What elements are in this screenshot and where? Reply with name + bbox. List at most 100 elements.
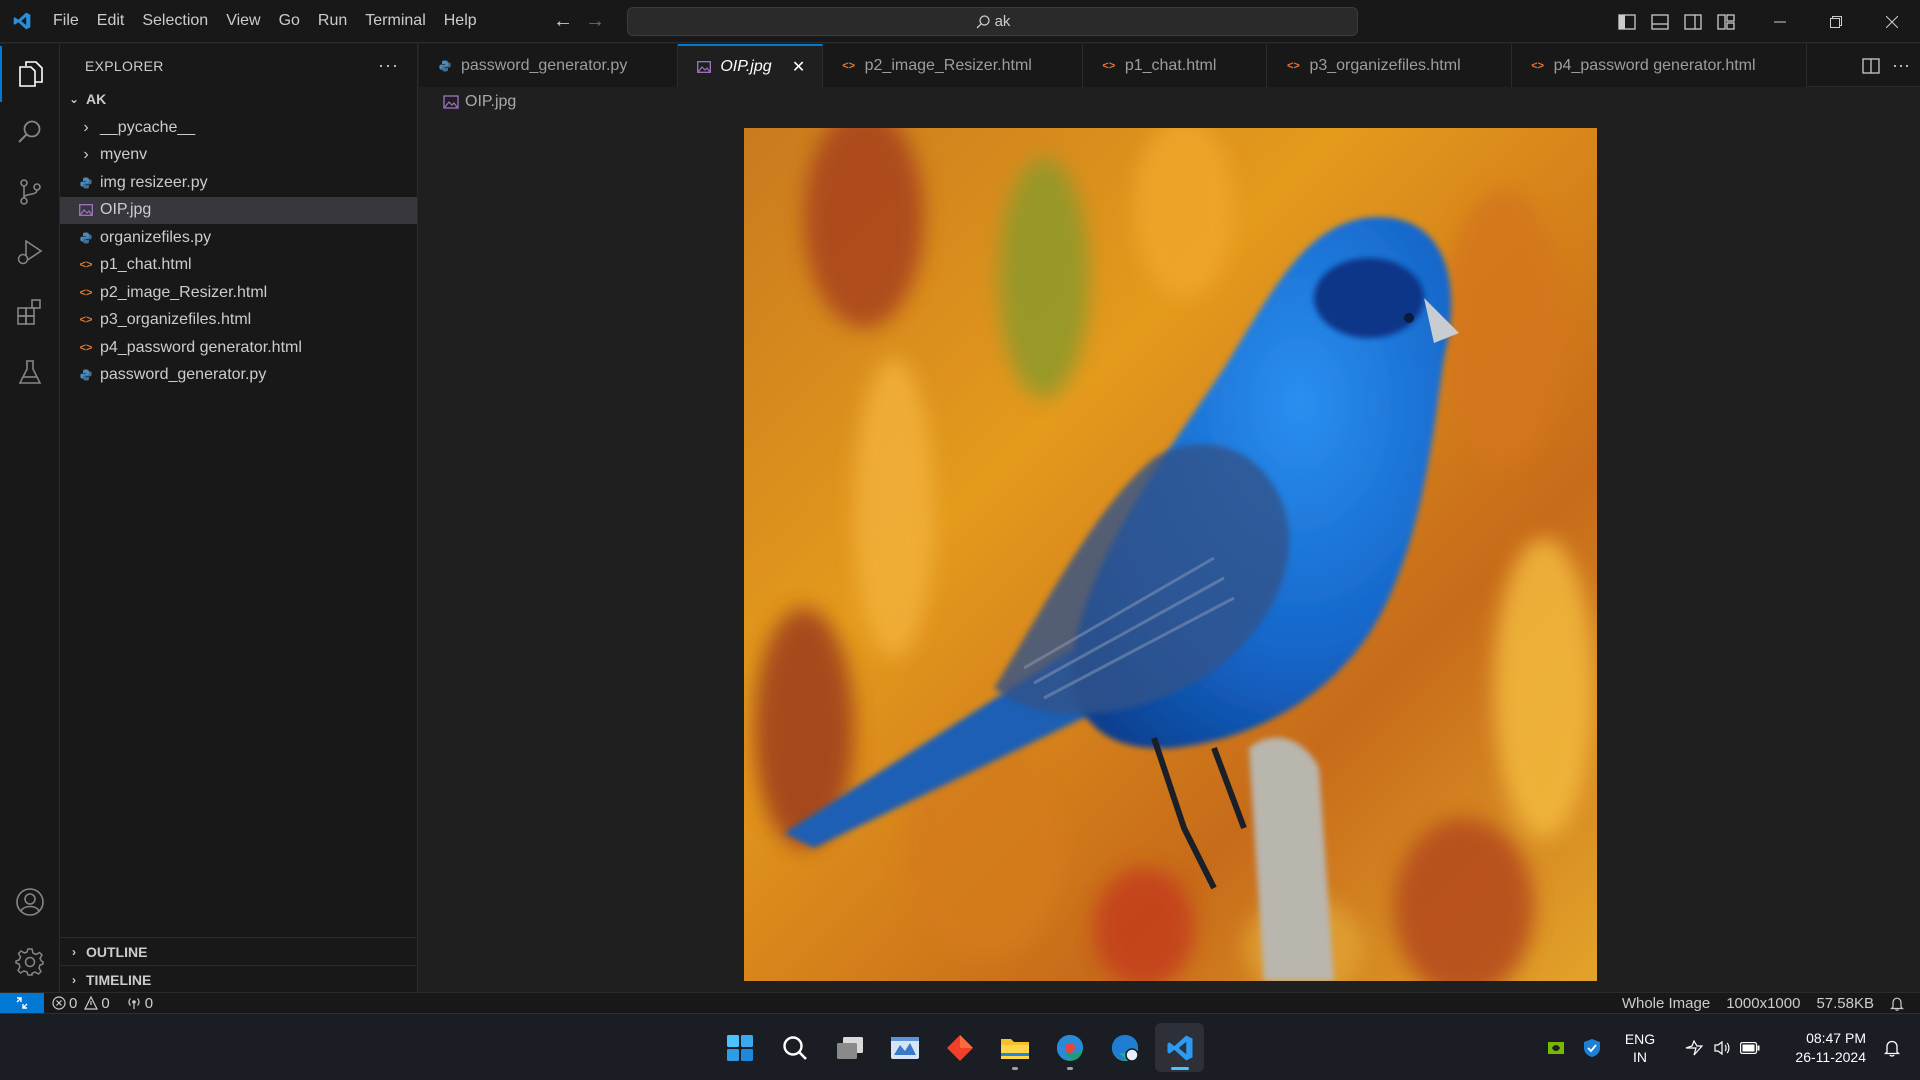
chevron-down-icon: ⌄ [68, 92, 80, 106]
source-control-icon[interactable] [0, 164, 60, 220]
editor-more-actions-icon[interactable]: ··· [1892, 55, 1910, 76]
tree-file[interactable]: <> p4_password generator.html [60, 334, 417, 362]
menu-help[interactable]: Help [435, 6, 486, 36]
tree-file[interactable]: img resizeer.py [60, 169, 417, 197]
editor-tab[interactable]: <> p4_password generator.html [1511, 44, 1807, 87]
restore-window-icon[interactable] [1808, 0, 1864, 43]
tree-folder[interactable]: › __pycache__ [60, 114, 417, 142]
git-app-icon[interactable] [935, 1023, 984, 1072]
vscode-taskbar-icon[interactable] [1155, 1023, 1204, 1072]
tab-label: p1_chat.html [1124, 56, 1217, 74]
tree-file[interactable]: organizefiles.py [60, 224, 417, 252]
edge-browser-profile-icon[interactable] [1100, 1023, 1149, 1072]
taskbar-search-icon[interactable] [770, 1023, 819, 1072]
nvidia-tray-icon[interactable] [1542, 1014, 1570, 1080]
explorer-title: EXPLORER [85, 57, 164, 74]
menu-selection[interactable]: Selection [133, 6, 217, 36]
editor-tab[interactable]: <> p3_organizefiles.html [1267, 44, 1512, 87]
image-file-icon [78, 202, 94, 218]
tree-file[interactable]: <> p3_organizefiles.html [60, 307, 417, 335]
customize-layout-icon[interactable] [1709, 0, 1742, 43]
menu-file[interactable]: File [44, 6, 88, 36]
title-bar: File Edit Selection View Go Run Terminal… [0, 0, 1920, 43]
toggle-secondary-sidebar-icon[interactable] [1676, 0, 1709, 43]
timeline-section[interactable]: › TIMELINE [60, 965, 418, 993]
file-explorer-icon[interactable] [990, 1023, 1039, 1072]
toggle-primary-sidebar-icon[interactable] [1610, 0, 1643, 43]
editor-tab[interactable]: <> p2_image_Resizer.html [822, 44, 1083, 87]
editor-tabs: password_generator.py OIP.jpg ✕ <> p2_image_… [419, 44, 1920, 87]
explorer-header: EXPLORER ··· [60, 44, 417, 87]
tree-file[interactable]: OIP.jpg [60, 196, 417, 224]
windows-start-icon[interactable] [715, 1023, 764, 1072]
bird-image-preview[interactable] [744, 128, 1597, 981]
explorer-sidebar: EXPLORER ··· ⌄ AK › __pycache__ › myenv img … [60, 44, 418, 992]
tree-item-label: password_generator.py [100, 366, 267, 384]
tree-item-label: img resizeer.py [100, 173, 208, 191]
battery-icon[interactable] [1736, 1014, 1764, 1080]
network-icon[interactable] [1680, 1014, 1708, 1080]
menu-view[interactable]: View [217, 6, 269, 36]
python-file-icon [437, 58, 453, 74]
split-editor-icon[interactable] [1862, 57, 1880, 74]
notifications-bell-icon[interactable] [1882, 996, 1920, 1011]
python-file-icon [78, 230, 94, 246]
close-tab-icon[interactable]: ✕ [790, 57, 808, 77]
more-actions-icon[interactable]: ··· [378, 55, 399, 76]
broadcast-icon [128, 998, 140, 1009]
forward-arrow-icon[interactable]: → [584, 10, 606, 33]
menu-terminal[interactable]: Terminal [356, 6, 434, 36]
menu-run[interactable]: Run [309, 6, 356, 36]
security-shield-icon[interactable] [1578, 1014, 1606, 1080]
notification-center-icon[interactable] [1878, 1014, 1906, 1080]
menu-go[interactable]: Go [270, 6, 309, 36]
system-clock[interactable]: 08:47 PM 26-11-2024 [1776, 1029, 1866, 1067]
tree-file[interactable]: <> p1_chat.html [60, 252, 417, 280]
extensions-icon[interactable] [0, 284, 60, 340]
file-tree: › __pycache__ › myenv img resizeer.py OIP.jpg… [60, 114, 417, 389]
editor-tab[interactable]: OIP.jpg ✕ [678, 44, 823, 87]
image-file-icon [696, 59, 712, 75]
close-window-icon[interactable] [1864, 0, 1920, 43]
problems-indicator[interactable]: 0 0 [44, 995, 118, 1012]
toggle-panel-icon[interactable] [1643, 0, 1676, 43]
tree-file[interactable]: <> p2_image_Resizer.html [60, 279, 417, 307]
tree-item-label: myenv [100, 146, 148, 164]
run-and-debug-icon[interactable] [0, 224, 60, 280]
tab-label: p3_organizefiles.html [1309, 56, 1461, 74]
tree-item-label: p2_image_Resizer.html [100, 283, 268, 301]
back-arrow-icon[interactable]: ← [552, 10, 574, 33]
tree-item-label: p3_organizefiles.html [100, 311, 252, 329]
html-file-icon: <> [1102, 59, 1116, 72]
outline-section[interactable]: › OUTLINE [60, 937, 418, 965]
ports-indicator[interactable]: 0 [118, 995, 161, 1012]
widgets-app-icon[interactable] [880, 1023, 929, 1072]
explorer-icon[interactable] [0, 46, 60, 102]
editor-tab[interactable]: password_generator.py [419, 44, 679, 87]
image-file-icon [443, 95, 459, 109]
language-indicator[interactable]: ENG IN [1612, 1030, 1668, 1066]
python-file-icon [78, 367, 94, 383]
edge-browser-icon[interactable] [1045, 1023, 1094, 1072]
settings-gear-icon[interactable] [0, 934, 60, 990]
chevron-right-icon: › [83, 146, 89, 164]
status-bar: 0 0 0 Whole Image 1000x1000 57.58KB [0, 992, 1920, 1014]
editor-tab[interactable]: <> p1_chat.html [1082, 44, 1268, 87]
warning-icon [84, 996, 99, 1010]
command-center-search[interactable]: ak [627, 7, 1358, 36]
search-view-icon[interactable] [0, 104, 60, 160]
volume-icon[interactable] [1708, 1014, 1736, 1080]
chevron-right-icon: › [72, 972, 76, 987]
tree-folder[interactable]: › myenv [60, 142, 417, 170]
accounts-icon[interactable] [0, 874, 60, 930]
zoom-status[interactable]: Whole Image [1614, 995, 1718, 1012]
tree-file[interactable]: password_generator.py [60, 362, 417, 390]
minimize-window-icon[interactable] [1752, 0, 1808, 43]
tree-item-label: p4_password generator.html [100, 338, 302, 356]
menu-edit[interactable]: Edit [88, 6, 134, 36]
testing-flask-icon[interactable] [0, 344, 60, 400]
remote-indicator-icon[interactable] [0, 992, 44, 1014]
breadcrumb-file[interactable]: OIP.jpg [465, 93, 516, 111]
task-view-icon[interactable] [825, 1023, 874, 1072]
workspace-folder[interactable]: ⌄ AK [60, 87, 417, 111]
